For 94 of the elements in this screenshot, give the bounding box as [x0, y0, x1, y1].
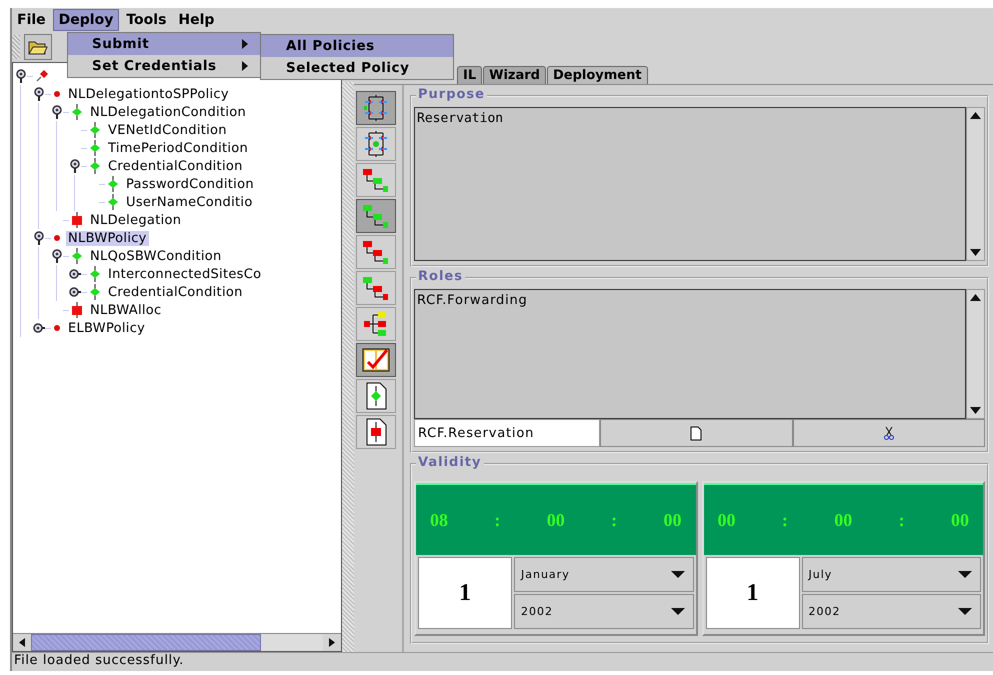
- dropdown-arrow-icon: [958, 608, 972, 616]
- tree-item[interactable]: TimePeriodCondition: [106, 140, 250, 156]
- collapse-handle-icon[interactable]: [51, 249, 63, 263]
- section-title: Purpose: [416, 87, 487, 103]
- tree-item[interactable]: UserNameConditio: [124, 194, 255, 210]
- menu-item[interactable]: All Policies: [261, 35, 453, 57]
- diamond-icon: [71, 248, 83, 264]
- collapse-handle-icon[interactable]: [33, 87, 45, 101]
- time-text: :: [782, 510, 788, 530]
- square-icon: [71, 302, 83, 318]
- tree-item[interactable]: CredentialCondition: [106, 284, 245, 300]
- tree-item[interactable]: ELBWPolicy: [66, 320, 148, 336]
- diamond-icon: [107, 176, 119, 192]
- dot-icon: [53, 234, 61, 242]
- down-arrow-icon[interactable]: [970, 407, 981, 414]
- left-arrow-icon[interactable]: [19, 638, 25, 647]
- diamond-icon: [89, 284, 101, 300]
- day-field[interactable]: 1: [418, 557, 512, 629]
- dot-icon: [53, 90, 61, 98]
- tab[interactable]: Deployment: [546, 66, 648, 84]
- text-area[interactable]: RCF.Forwarding: [414, 289, 966, 419]
- menu-item[interactable]: Submit: [68, 33, 260, 55]
- toolbar-grip[interactable]: [12, 35, 20, 59]
- collapse-handle-icon[interactable]: [69, 159, 81, 173]
- time-text: 00: [718, 510, 736, 530]
- collapse-handle-icon[interactable]: [33, 231, 45, 245]
- menu-item[interactable]: Help: [173, 10, 220, 30]
- tree-item[interactable]: NLBWAlloc: [88, 302, 164, 318]
- tree-item[interactable]: NLQoSBWCondition: [88, 248, 224, 264]
- time-text: :: [494, 510, 500, 530]
- open-folder-button[interactable]: [24, 34, 52, 60]
- tab[interactable]: Wizard: [483, 66, 546, 84]
- document-icon: [690, 426, 702, 440]
- diamond-icon: [71, 104, 83, 120]
- tree-item[interactable]: InterconnectedSitesCo: [106, 266, 264, 282]
- square-icon: [71, 212, 83, 228]
- menu-item[interactable]: Set Credentials: [68, 55, 260, 77]
- dot-icon: [53, 324, 61, 332]
- pushpin-icon: [35, 69, 49, 83]
- vertical-scrollbar[interactable]: [966, 107, 985, 261]
- diamond-icon: [89, 122, 101, 138]
- status-bar: File loaded successfully.: [10, 652, 993, 671]
- time-text: 00: [834, 510, 852, 530]
- expand-handle-icon[interactable]: [33, 321, 45, 335]
- tree-item[interactable]: VENetIdCondition: [106, 122, 229, 138]
- month-dropdown[interactable]: January: [514, 557, 694, 592]
- section-title: Validity: [416, 455, 484, 471]
- time-text: 08: [430, 510, 448, 530]
- collapse-handle-icon[interactable]: [51, 105, 63, 119]
- dropdown-arrow-icon: [958, 570, 972, 578]
- scissors-icon: [884, 426, 894, 440]
- right-arrow-icon[interactable]: [329, 638, 335, 647]
- menu-item[interactable]: Tools: [121, 10, 172, 30]
- year-dropdown[interactable]: 2002: [514, 594, 694, 629]
- tree-item[interactable]: CredentialCondition: [106, 158, 245, 174]
- tree-item[interactable]: NLDelegationCondition: [88, 104, 248, 120]
- dropdown-arrow-icon: [670, 570, 684, 578]
- down-arrow-icon[interactable]: [970, 249, 981, 256]
- expand-handle-icon[interactable]: [69, 285, 81, 299]
- menu-item[interactable]: File: [12, 10, 51, 30]
- time-text: :: [611, 510, 618, 530]
- input-field[interactable]: RCF.Reservation: [414, 419, 600, 447]
- dropdown-arrow-icon: [670, 608, 684, 616]
- year-dropdown[interactable]: 2002: [802, 594, 981, 629]
- menu-item[interactable]: Selected Policy: [261, 57, 453, 79]
- collapse-handle-icon[interactable]: [15, 69, 27, 83]
- time-text: 00: [546, 510, 565, 530]
- tool-button[interactable]: [356, 379, 396, 413]
- tool-button[interactable]: [356, 127, 396, 161]
- time-text: :: [898, 510, 905, 530]
- diamond-icon: [89, 140, 101, 156]
- up-arrow-icon[interactable]: [970, 112, 981, 119]
- tool-button[interactable]: [356, 343, 396, 377]
- tree-item[interactable]: NLDelegationtoSPPolicy: [66, 86, 231, 102]
- menu-item[interactable]: Deploy: [52, 9, 120, 31]
- tool-button[interactable]: [356, 415, 396, 449]
- time-text: 00: [951, 510, 969, 530]
- tool-button[interactable]: [356, 91, 396, 125]
- tab[interactable]: IL: [457, 66, 482, 84]
- expand-handle-icon[interactable]: [69, 267, 81, 281]
- diamond-icon: [107, 194, 119, 210]
- tree-item[interactable]: PasswordCondition: [124, 176, 256, 192]
- text-area[interactable]: Reservation: [414, 107, 966, 261]
- diamond-icon: [89, 266, 101, 282]
- vertical-scrollbar[interactable]: [966, 289, 985, 419]
- day-field[interactable]: 1: [706, 557, 800, 629]
- month-dropdown[interactable]: July: [802, 557, 981, 592]
- tree-item[interactable]: NLDelegation: [88, 212, 184, 228]
- horizontal-scrollbar[interactable]: [13, 633, 341, 651]
- time-text: 00: [664, 510, 682, 530]
- diamond-icon: [89, 158, 101, 174]
- tree-item[interactable]: NLBWPolicy: [66, 230, 149, 246]
- tool-button[interactable]: [356, 307, 396, 341]
- up-arrow-icon[interactable]: [970, 294, 981, 301]
